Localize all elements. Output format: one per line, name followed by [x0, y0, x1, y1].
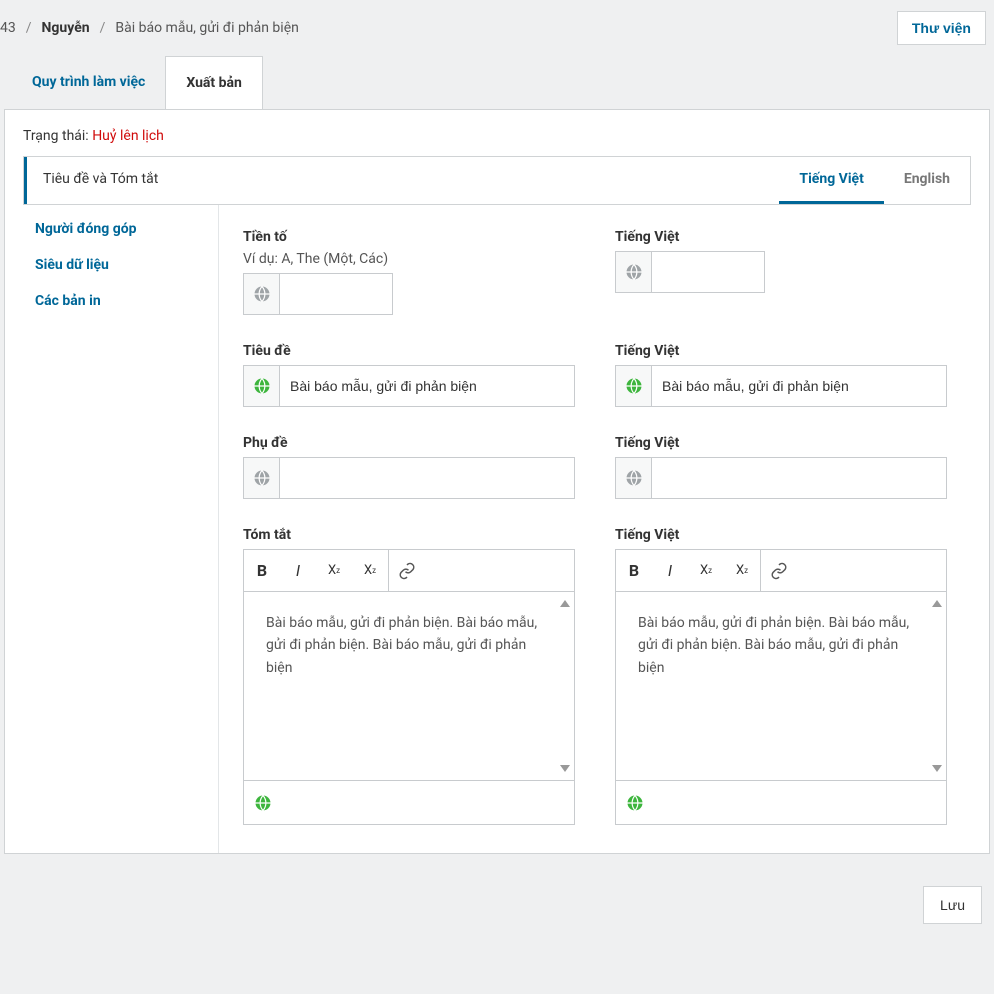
abstract-editor: B I Xz Xz Bài báo mẫu, gửi đi phản biện.… — [243, 549, 575, 825]
globe-icon — [616, 252, 652, 292]
globe-icon — [244, 458, 280, 498]
scrollbar[interactable] — [932, 600, 943, 772]
subtitle-input-wrap-right — [615, 457, 947, 499]
prefix-input-right[interactable] — [652, 252, 764, 292]
globe-icon — [244, 366, 280, 406]
prefix-input[interactable] — [280, 274, 392, 314]
scroll-up-icon[interactable] — [932, 600, 942, 607]
prefix-help: Ví dụ: A, The (Một, Các) — [243, 251, 575, 267]
title-input-wrap — [243, 365, 575, 407]
prefix-input-wrap — [243, 273, 393, 315]
title-input[interactable] — [280, 366, 574, 406]
editor-footer — [244, 780, 574, 824]
side-nav: Người đóng góp Siêu dữ liệu Các bản in — [23, 205, 219, 853]
title-label-right: Tiếng Việt — [615, 343, 947, 359]
title-input-right[interactable] — [652, 366, 946, 406]
prefix-label-right: Tiếng Việt — [615, 229, 947, 245]
breadcrumb-title: Bài báo mẫu, gửi đi phản biện — [115, 20, 298, 36]
breadcrumb-sep: / — [26, 20, 32, 36]
prefix-label: Tiền tố — [243, 229, 575, 245]
content-panel: Trạng thái: Huỷ lên lịch Tiêu đề và Tóm … — [4, 109, 990, 854]
section-tab-title-abstract[interactable]: Tiêu đề và Tóm tắt — [24, 157, 779, 204]
prefix-input-wrap-right — [615, 251, 765, 293]
library-button[interactable]: Thư viện — [897, 11, 986, 45]
abstract-label: Tóm tắt — [243, 527, 575, 543]
superscript-button[interactable]: Xz — [316, 550, 352, 592]
scrollbar[interactable] — [560, 600, 571, 772]
main-tabs: Quy trình làm việc Xuất bản — [12, 56, 982, 109]
subtitle-label-right: Tiếng Việt — [615, 435, 947, 451]
subtitle-input-wrap — [243, 457, 575, 499]
nav-galleys[interactable]: Các bản in — [35, 293, 206, 309]
tab-workflow[interactable]: Quy trình làm việc — [12, 56, 165, 109]
scroll-down-icon[interactable] — [932, 765, 942, 772]
title-label: Tiêu đề — [243, 343, 575, 359]
subtitle-input-right[interactable] — [652, 458, 946, 498]
scroll-down-icon[interactable] — [560, 765, 570, 772]
bold-button[interactable]: B — [616, 550, 652, 592]
globe-icon — [616, 366, 652, 406]
globe-icon — [616, 458, 652, 498]
italic-button[interactable]: I — [652, 550, 688, 592]
globe-icon — [244, 274, 280, 314]
save-button[interactable]: Lưu — [923, 886, 982, 924]
subscript-button[interactable]: Xz — [724, 550, 760, 592]
section-tabs: Tiêu đề và Tóm tắt Tiếng Việt English — [23, 156, 971, 205]
abstract-editor-right: B I Xz Xz Bài báo mẫu, gửi đi phản biện.… — [615, 549, 947, 825]
superscript-button[interactable]: Xz — [688, 550, 724, 592]
editor-footer — [616, 780, 946, 824]
editor-toolbar: B I Xz Xz — [244, 550, 574, 592]
subtitle-label: Phụ đề — [243, 435, 575, 451]
status-value[interactable]: Huỷ lên lịch — [92, 128, 164, 144]
language-tab-vietnamese[interactable]: Tiếng Việt — [779, 157, 883, 204]
link-button[interactable] — [389, 550, 425, 592]
language-tab-english[interactable]: English — [884, 157, 970, 204]
subscript-button[interactable]: Xz — [352, 550, 388, 592]
topbar: 43 / Nguyễn / Bài báo mẫu, gửi đi phản b… — [0, 0, 994, 56]
status-row: Trạng thái: Huỷ lên lịch — [23, 128, 971, 144]
nav-contributors[interactable]: Người đóng góp — [35, 221, 206, 237]
scroll-up-icon[interactable] — [560, 600, 570, 607]
abstract-textarea-right[interactable]: Bài báo mẫu, gửi đi phản biện. Bài báo m… — [616, 592, 946, 780]
tab-publication[interactable]: Xuất bản — [165, 56, 263, 109]
status-label: Trạng thái: — [23, 128, 89, 144]
abstract-label-right: Tiếng Việt — [615, 527, 947, 543]
breadcrumb-sep: / — [100, 20, 106, 36]
abstract-textarea[interactable]: Bài báo mẫu, gửi đi phản biện. Bài báo m… — [244, 592, 574, 780]
link-button[interactable] — [761, 550, 797, 592]
subtitle-input[interactable] — [280, 458, 574, 498]
bold-button[interactable]: B — [244, 550, 280, 592]
nav-metadata[interactable]: Siêu dữ liệu — [35, 257, 206, 273]
breadcrumb-author[interactable]: Nguyễn — [42, 20, 90, 36]
title-input-wrap-right — [615, 365, 947, 407]
breadcrumb: 43 / Nguyễn / Bài báo mẫu, gửi đi phản b… — [0, 20, 299, 36]
editor-toolbar: B I Xz Xz — [616, 550, 946, 592]
italic-button[interactable]: I — [280, 550, 316, 592]
form-area: Tiền tố Ví dụ: A, The (Một, Các) Tiếng V… — [219, 205, 971, 853]
breadcrumb-id: 43 — [0, 20, 16, 36]
